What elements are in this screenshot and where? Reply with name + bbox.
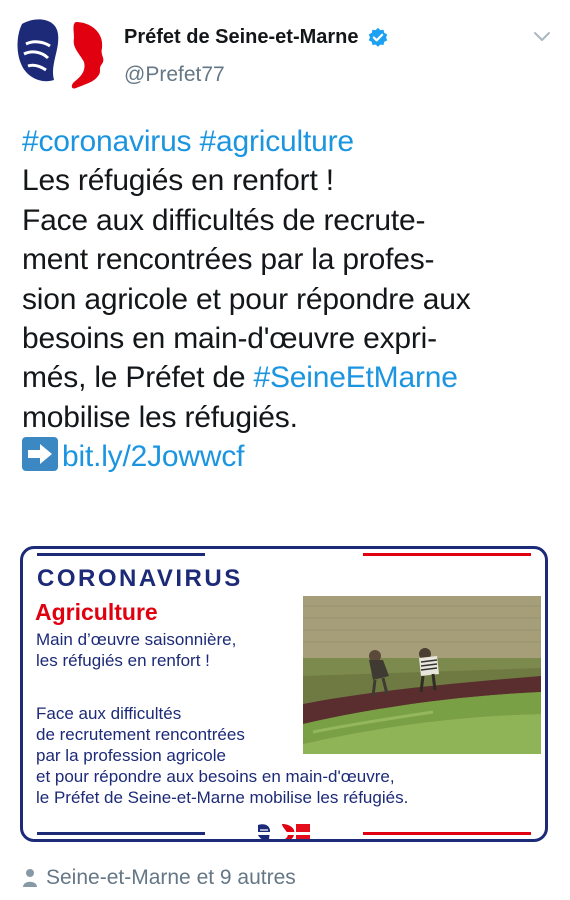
short-url-link[interactable]: bit.ly/2Jowwcf bbox=[62, 440, 244, 473]
tweet-line-hashtags: #coronavirus #agriculture bbox=[22, 122, 557, 161]
right-arrow-emoji-icon bbox=[22, 437, 58, 472]
tweet-text: #coronavirus #agriculture Les réfugiés e… bbox=[22, 122, 557, 477]
card-body-line: le Préfet de Seine-et-Marne mobilise les… bbox=[36, 788, 409, 807]
person-icon bbox=[23, 869, 37, 887]
tweet-line: mobilise les réfugiés. bbox=[22, 400, 298, 434]
hashtag-seineetmarne-link[interactable]: #SeineEtMarne bbox=[254, 361, 458, 394]
tweet-line-text: més, le Préfet de bbox=[22, 361, 254, 395]
name-row: Préfet de Seine-et-Marne bbox=[124, 26, 389, 49]
tweet-line: Face aux difficultés de recrute- bbox=[22, 203, 426, 237]
card-body-line: Face aux difficultés bbox=[36, 704, 182, 723]
card-lead-line: Main d’œuvre saisonnière, bbox=[36, 630, 237, 649]
tricolor-border-top bbox=[37, 553, 531, 556]
hashtag-coronavirus-link[interactable]: #coronavirus bbox=[22, 125, 192, 158]
tweet-line: Les réfugiés en renfort ! bbox=[22, 164, 334, 198]
hashtag-agriculture-link[interactable]: #agriculture bbox=[200, 125, 355, 158]
marianne-logo-avatar[interactable] bbox=[14, 14, 110, 94]
card-body-line: et pour répondre aux besoins en main-d'œ… bbox=[36, 767, 395, 786]
tweet-line: sion agricole et pour répondre aux bbox=[22, 282, 471, 316]
card-subtitle: Agriculture bbox=[35, 599, 158, 625]
tweet-header: Préfet de Seine-et-Marne @Prefet77 bbox=[0, 0, 570, 110]
tricolor-border-bottom bbox=[37, 832, 531, 835]
account-handle[interactable]: @Prefet77 bbox=[124, 63, 225, 87]
field-workers-photo bbox=[303, 596, 541, 754]
verified-badge-icon bbox=[368, 27, 387, 47]
chevron-down-icon[interactable] bbox=[532, 30, 552, 44]
card-title: CORONAVIRUS bbox=[37, 565, 243, 592]
image-card[interactable]: CORONAVIRUS Agriculture Main d’œuvre sai… bbox=[20, 546, 548, 842]
tweet-link-line: bit.ly/2Jowwcf bbox=[22, 437, 557, 476]
tweet-line: besoins en main-d'œuvre expri- bbox=[22, 322, 437, 356]
tweet-line: més, le Préfet de #SeineEtMarne bbox=[22, 358, 557, 397]
tagged-location-link[interactable]: Seine-et-Marne et 9 autres bbox=[46, 866, 296, 890]
tweet-line: ment rencontrées par la profes- bbox=[22, 243, 435, 277]
card-lead-line: les réfugiés en renfort ! bbox=[36, 651, 210, 670]
card-body-line: de recrutement rencontrées bbox=[36, 725, 245, 744]
tweet-footer: Seine-et-Marne et 9 autres bbox=[22, 866, 296, 890]
account-name[interactable]: Préfet de Seine-et-Marne bbox=[124, 26, 359, 49]
card-body-line: par la profession agricole bbox=[36, 746, 226, 765]
